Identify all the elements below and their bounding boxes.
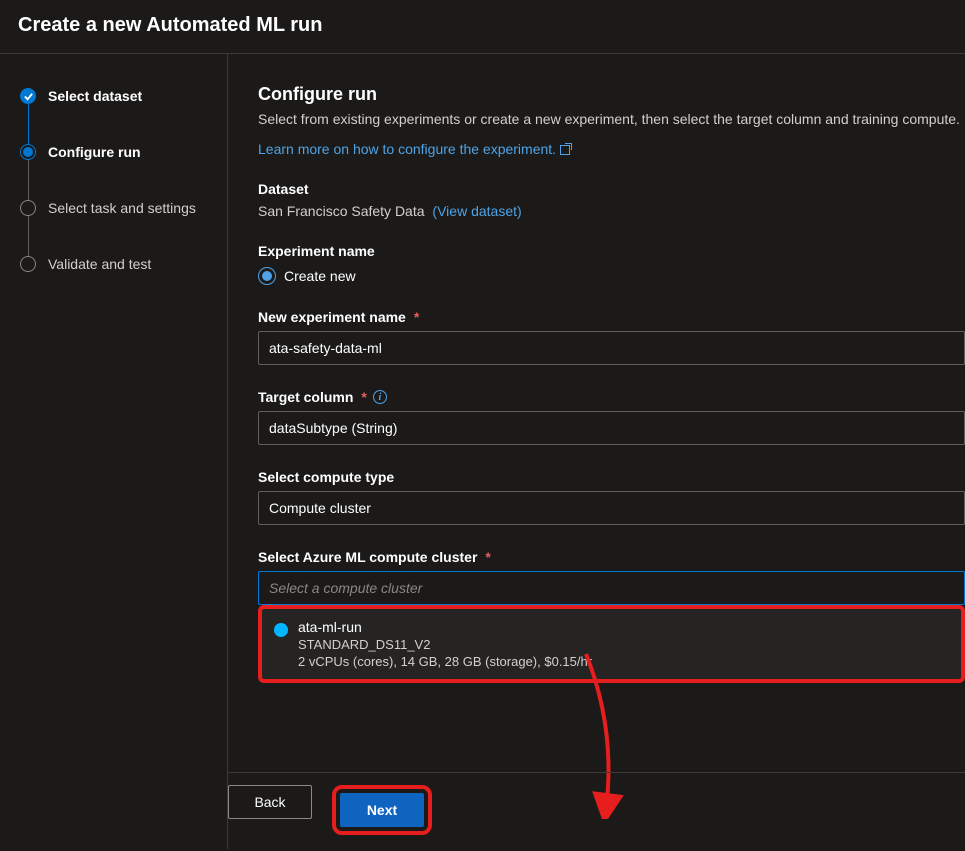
step-label: Validate and test (48, 256, 151, 272)
cluster-name: ata-ml-run (298, 619, 592, 635)
section-subtitle: Select from existing experiments or crea… (258, 111, 965, 127)
external-link-icon (560, 144, 571, 155)
step-validate-test[interactable]: Validate and test (20, 256, 227, 272)
step-connector (28, 104, 29, 144)
step-label: Select task and settings (48, 200, 196, 216)
new-experiment-name-label: New experiment name* (258, 309, 965, 325)
experiment-name-label: Experiment name (258, 243, 965, 259)
pending-step-icon (20, 256, 36, 272)
check-icon (20, 88, 36, 104)
status-dot-icon (274, 623, 288, 637)
compute-cluster-select[interactable]: Select a compute cluster (258, 571, 965, 605)
new-experiment-name-input[interactable] (258, 331, 965, 365)
dataset-value: San Francisco Safety Data (View dataset) (258, 203, 965, 219)
radio-icon (258, 267, 276, 285)
step-configure-run[interactable]: Configure run (20, 144, 227, 160)
cluster-sku: STANDARD_DS11_V2 (298, 637, 592, 652)
dataset-name: San Francisco Safety Data (258, 203, 425, 219)
view-dataset-link[interactable]: (View dataset) (432, 203, 521, 219)
radio-label: Create new (284, 268, 356, 284)
radio-create-new[interactable]: Create new (258, 267, 965, 285)
target-column-select[interactable] (258, 411, 965, 445)
learn-more-text: Learn more on how to configure the exper… (258, 141, 556, 157)
wizard-main-panel: Configure run Select from existing exper… (228, 54, 965, 849)
next-button[interactable]: Next (340, 793, 424, 827)
step-connector (28, 160, 29, 200)
step-label: Configure run (48, 144, 141, 160)
pending-step-icon (20, 200, 36, 216)
annotation-highlight: Next (332, 785, 432, 835)
step-select-task[interactable]: Select task and settings (20, 200, 227, 216)
compute-type-label: Select compute type (258, 469, 965, 485)
step-connector (28, 216, 29, 256)
wizard-footer: Back Next (228, 772, 965, 849)
back-button[interactable]: Back (228, 785, 312, 819)
step-select-dataset[interactable]: Select dataset (20, 88, 227, 104)
wizard-title: Create a new Automated ML run (18, 14, 947, 37)
info-icon[interactable]: i (373, 390, 387, 404)
learn-more-link[interactable]: Learn more on how to configure the exper… (258, 141, 571, 157)
current-step-icon (20, 144, 36, 160)
dataset-label: Dataset (258, 181, 965, 197)
cluster-specs: 2 vCPUs (cores), 14 GB, 28 GB (storage),… (298, 654, 592, 669)
compute-cluster-label: Select Azure ML compute cluster* (258, 549, 965, 565)
compute-type-select[interactable] (258, 491, 965, 525)
compute-cluster-option[interactable]: ata-ml-run STANDARD_DS11_V2 2 vCPUs (cor… (258, 605, 965, 683)
target-column-label: Target column* i (258, 389, 965, 405)
step-label: Select dataset (48, 88, 142, 104)
section-title: Configure run (258, 84, 965, 105)
wizard-header: Create a new Automated ML run (0, 0, 965, 54)
wizard-steps-sidebar: Select dataset Configure run Select task… (0, 54, 228, 849)
